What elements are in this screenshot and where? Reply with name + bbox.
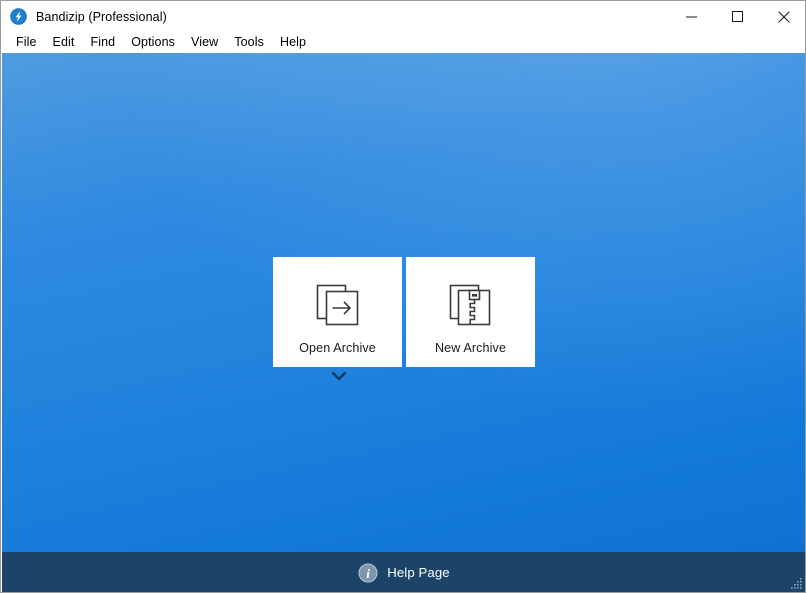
help-page-button[interactable]: i Help Page [358,563,450,583]
menu-item-find[interactable]: Find [83,33,124,52]
help-page-label: Help Page [387,565,450,580]
menu-bar: File Edit Find Options View Tools Help [1,32,805,53]
new-archive-label: New Archive [434,341,507,355]
help-page-bar[interactable]: i Help Page [2,552,805,592]
open-archive-icon [316,284,358,326]
svg-text:i: i [366,566,370,581]
open-archive-card[interactable]: Open Archive [273,257,402,367]
menu-item-edit[interactable]: Edit [45,33,83,52]
title-bar: Bandizip (Professional) [1,1,805,32]
open-archive-label: Open Archive [299,341,376,355]
chevron-down-icon[interactable] [331,370,347,382]
resize-grip[interactable] [790,577,803,590]
action-card-row: Open Archive New Archive [273,257,535,367]
maximize-button[interactable] [715,1,761,32]
info-icon: i [358,563,378,582]
main-canvas: Open Archive New Archive [2,53,805,552]
menu-item-file[interactable]: File [8,33,45,52]
menu-item-view[interactable]: View [183,33,226,52]
window-title: Bandizip (Professional) [36,9,167,24]
close-button[interactable] [761,1,805,32]
window-controls [669,1,805,32]
new-archive-card[interactable]: New Archive [406,257,535,367]
menu-item-help[interactable]: Help [272,33,314,52]
minimize-icon [686,16,697,17]
maximize-icon [732,10,743,22]
menu-item-tools[interactable]: Tools [226,33,272,52]
bandizip-main-window: Bandizip (Professional) File Edit Find O… [0,0,806,593]
minimize-button[interactable] [669,1,715,32]
bandizip-logo-icon [10,8,27,25]
new-archive-icon [449,284,490,326]
close-icon [778,10,790,23]
menu-item-options[interactable]: Options [123,33,183,52]
